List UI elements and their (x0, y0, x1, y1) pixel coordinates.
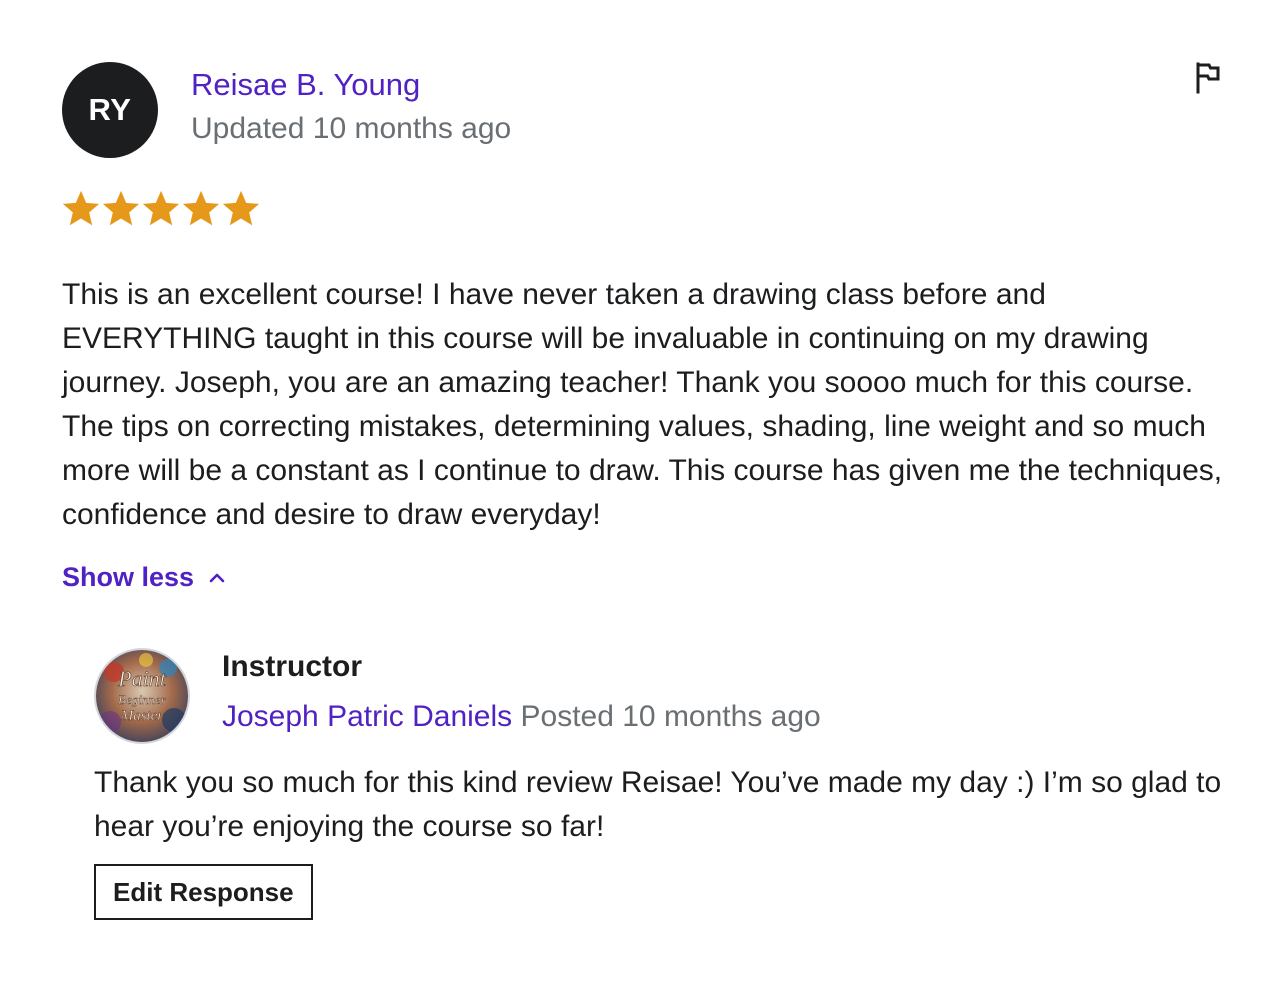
reviewer-name[interactable]: Reisae B. Young (191, 66, 420, 104)
report-flag-button[interactable] (1188, 58, 1228, 98)
reviewer-avatar: RY (62, 62, 158, 158)
star-icon (142, 190, 180, 226)
avatar-text-line-3: Master (120, 708, 164, 724)
avatar-text-line-1: Paint (117, 666, 167, 691)
star-icon (102, 190, 140, 226)
instructor-role-label: Instructor (222, 650, 363, 683)
response-posted-time: Posted 10 months ago (520, 700, 821, 733)
instructor-avatar: Paint Beginner Master (94, 648, 190, 744)
review-text: This is an excellent course! I have neve… (62, 278, 1223, 531)
star-rating (62, 190, 260, 228)
response-meta: Joseph Patric Daniels Posted 10 months a… (222, 698, 821, 736)
avatar-initials: RY (88, 92, 132, 127)
star-icon (182, 190, 220, 226)
instructor-name[interactable]: Joseph Patric Daniels (222, 700, 512, 733)
show-less-label: Show less (62, 562, 195, 592)
avatar-text-line-2: Beginner (118, 692, 167, 707)
show-less-toggle[interactable]: Show less (62, 558, 226, 596)
review-updated-time: Updated 10 months ago (191, 112, 512, 145)
chevron-up-icon (209, 573, 225, 583)
star-icon (62, 190, 100, 226)
flag-icon (1196, 62, 1220, 94)
star-icon (222, 190, 260, 226)
edit-response-button[interactable]: Edit Response (94, 864, 313, 920)
response-text: Thank you so much for this kind review R… (94, 766, 1222, 843)
